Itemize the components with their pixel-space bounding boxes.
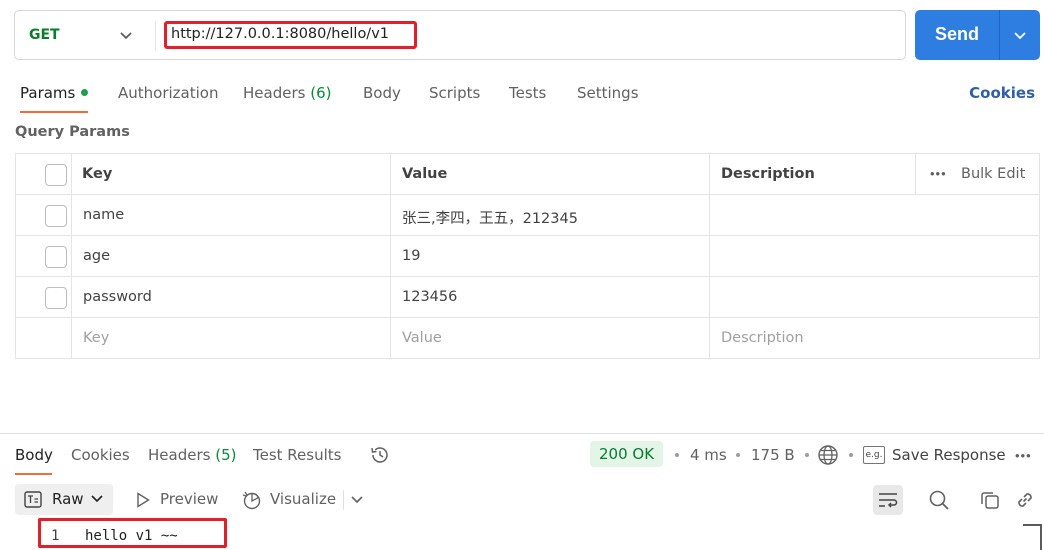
response-toolbar: Raw Preview Visualize	[0, 484, 1044, 516]
column-header-value: Value	[402, 166, 448, 182]
save-response-button[interactable]: Save Response	[892, 446, 1006, 464]
url-highlight-box	[164, 21, 417, 49]
response-tab-headers-count: (5)	[215, 446, 237, 464]
raw-format-icon	[24, 491, 42, 508]
params-active-dot	[81, 89, 89, 96]
search-icon[interactable]	[928, 489, 950, 511]
send-button[interactable]: Send	[915, 10, 1040, 60]
status-badge[interactable]: 200 OK	[590, 441, 663, 467]
param-value[interactable]: 123456	[402, 289, 457, 305]
copy-icon[interactable]	[980, 490, 1000, 510]
url-input-container: GET http://127.0.0.1:8080/hello/v1	[14, 10, 906, 60]
query-params-title: Query Params	[15, 124, 130, 140]
bulk-edit-button[interactable]: Bulk Edit	[961, 166, 1025, 182]
meta-separator	[805, 453, 809, 457]
description-placeholder-input[interactable]: Description	[721, 330, 804, 346]
select-all-checkbox[interactable]	[45, 164, 67, 186]
param-key[interactable]: password	[83, 289, 152, 305]
column-header-description: Description	[721, 166, 815, 182]
chevron-down-icon[interactable]	[119, 25, 133, 45]
response-tab-test-results[interactable]: Test Results	[253, 446, 341, 464]
response-tab-body[interactable]: Body	[15, 446, 53, 464]
column-header-key: Key	[82, 166, 113, 182]
table-row: password 123456	[16, 277, 1039, 318]
tab-tests[interactable]: Tests	[509, 84, 546, 102]
tab-body[interactable]: Body	[363, 84, 401, 102]
param-value[interactable]: 19	[402, 248, 420, 264]
send-split-divider	[999, 10, 1000, 60]
wrap-lines-button[interactable]	[873, 485, 903, 515]
response-divider[interactable]	[0, 433, 1044, 434]
visualize-button[interactable]: Visualize	[270, 490, 336, 508]
table-row: name 张三,李四，王五，212345	[16, 195, 1039, 236]
request-bar: GET http://127.0.0.1:8080/hello/v1 Send	[14, 10, 1040, 60]
tab-headers-count: (6)	[310, 84, 332, 102]
row-checkbox[interactable]	[45, 205, 67, 227]
method-select[interactable]: GET	[29, 27, 60, 43]
visualize-icon[interactable]	[241, 489, 263, 511]
response-body-editor[interactable]: 1 hello v1 ~~	[0, 518, 1044, 550]
globe-icon[interactable]	[817, 444, 839, 466]
active-tab-underline	[20, 111, 88, 113]
request-tabs: Params Authorization Headers (6) Body Sc…	[0, 82, 1044, 116]
value-placeholder-input[interactable]: Value	[402, 330, 442, 346]
more-icon[interactable]: •••	[930, 166, 947, 181]
key-placeholder-input[interactable]: Key	[83, 330, 109, 346]
tab-params-label: Params	[20, 84, 76, 102]
response-tab-headers-label: Headers	[148, 446, 211, 464]
param-key[interactable]: name	[83, 207, 124, 223]
play-icon[interactable]	[136, 492, 150, 508]
scrollbar-corner	[1023, 524, 1041, 526]
link-icon[interactable]	[1014, 489, 1036, 511]
table-row: age 19	[16, 236, 1039, 277]
more-icon[interactable]: •••	[1015, 448, 1032, 463]
status-text: 200 OK	[599, 445, 655, 463]
response-highlight-box	[38, 518, 227, 548]
chevron-down-icon[interactable]	[350, 493, 364, 507]
url-divider	[155, 21, 156, 51]
tab-scripts[interactable]: Scripts	[429, 84, 480, 102]
tab-settings[interactable]: Settings	[577, 84, 639, 102]
chevron-down-icon	[91, 495, 103, 503]
response-tab-headers[interactable]: Headers (5)	[148, 446, 236, 464]
example-icon[interactable]: e.g.	[863, 446, 885, 464]
response-size[interactable]: 175 B	[751, 446, 795, 464]
meta-separator	[736, 453, 740, 457]
params-table: Key Value Description ••• Bulk Edit name…	[15, 153, 1040, 359]
meta-separator	[849, 453, 853, 457]
cookies-link[interactable]: Cookies	[969, 84, 1035, 102]
send-label: Send	[935, 24, 980, 44]
toolbar-divider	[343, 490, 344, 510]
row-checkbox[interactable]	[45, 246, 67, 268]
preview-button[interactable]: Preview	[160, 490, 218, 508]
param-key[interactable]: age	[83, 248, 110, 264]
response-time[interactable]: 4 ms	[690, 446, 727, 464]
tab-headers-label: Headers	[243, 84, 306, 102]
tab-params[interactable]: Params	[20, 84, 89, 102]
row-checkbox[interactable]	[45, 287, 67, 309]
param-value[interactable]: 张三,李四，王五，212345	[402, 207, 578, 228]
history-icon[interactable]	[369, 444, 391, 466]
response-tab-cookies[interactable]: Cookies	[71, 446, 130, 464]
raw-label: Raw	[52, 490, 84, 508]
raw-format-dropdown[interactable]: Raw	[15, 484, 113, 515]
active-tab-underline	[15, 473, 52, 475]
tab-headers[interactable]: Headers (6)	[243, 84, 331, 102]
wrap-lines-icon	[879, 493, 898, 508]
table-row-empty: Key Value Description	[16, 318, 1039, 359]
chevron-down-icon[interactable]	[1011, 26, 1029, 44]
meta-separator	[675, 453, 679, 457]
tab-authorization[interactable]: Authorization	[118, 84, 218, 102]
table-header-row: Key Value Description ••• Bulk Edit	[16, 154, 1039, 195]
scrollbar[interactable]	[1040, 524, 1042, 550]
response-tabs: Body Cookies Headers (5) Test Results 20…	[0, 441, 1044, 478]
